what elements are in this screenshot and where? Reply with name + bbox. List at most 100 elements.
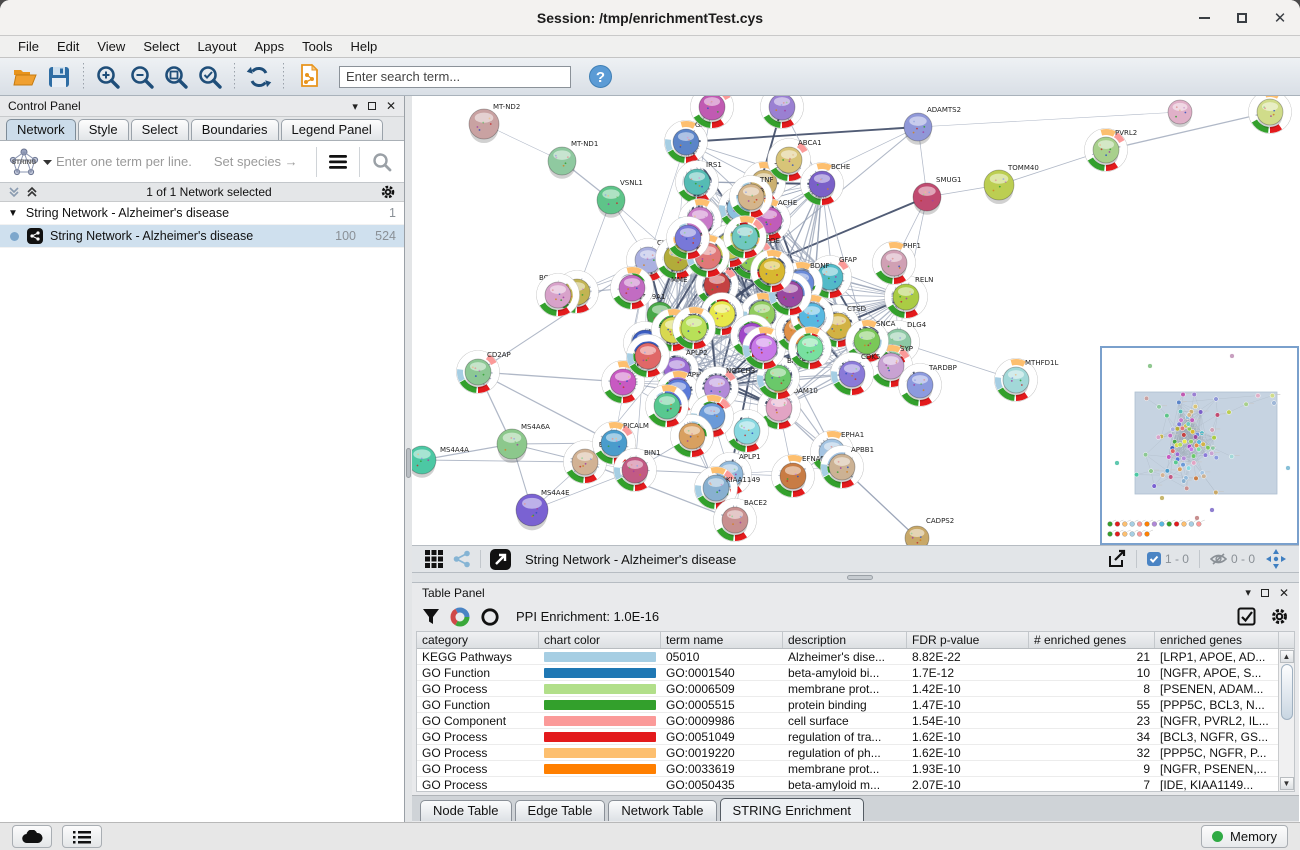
search-input[interactable] <box>339 66 571 88</box>
network-node-ms4a4a[interactable]: MS4A4A <box>412 446 469 478</box>
table-row[interactable]: GO FunctionGO:0005515protein binding1.47… <box>417 697 1294 713</box>
open-in-window-icon[interactable] <box>487 547 513 571</box>
panel-splitter[interactable] <box>405 96 412 822</box>
network-tree-row[interactable]: String Network - Alzheimer's disease1005… <box>0 225 404 248</box>
zoom-out-icon[interactable] <box>127 62 157 92</box>
network-node[interactable] <box>1249 96 1292 134</box>
birdseye-toggle-icon[interactable] <box>1263 547 1289 571</box>
column-header-term-name[interactable]: term name <box>661 632 783 648</box>
task-list-button[interactable] <box>62 825 102 848</box>
network-node-pvrl2[interactable]: PVRL2 <box>1085 129 1138 172</box>
table-row[interactable]: GO ComponentGO:0009986cell surface1.54E-… <box>417 713 1294 729</box>
network-node-cadps2[interactable]: CADPS2 <box>905 517 954 545</box>
menu-edit[interactable]: Edit <box>49 38 87 55</box>
scroll-down-icon[interactable]: ▼ <box>1280 777 1294 790</box>
menu-layout[interactable]: Layout <box>189 38 244 55</box>
expand-all-icon[interactable] <box>26 186 38 198</box>
network-options-gear-icon[interactable] <box>380 184 396 200</box>
network-node-smug1[interactable]: SMUG1 <box>913 176 961 215</box>
export-network-icon[interactable] <box>1104 547 1130 571</box>
network-node[interactable] <box>761 96 804 129</box>
string-search-input[interactable]: Enter one term per line. Set species → <box>52 154 310 169</box>
column-header--enriched-genes[interactable]: # enriched genes <box>1029 632 1155 648</box>
column-header-fdr-p-value[interactable]: FDR p-value <box>907 632 1029 648</box>
table-settings-gear-icon[interactable] <box>1270 607 1289 626</box>
string-logo-icon[interactable]: STRING <box>6 145 52 179</box>
save-icon[interactable] <box>44 62 74 92</box>
table-row[interactable]: GO ProcessGO:0051049regulation of tra...… <box>417 729 1294 745</box>
tab-string-enrichment[interactable]: STRING Enrichment <box>720 798 864 821</box>
network-node-cdk5[interactable]: CDK5 <box>831 353 881 396</box>
tab-node-table[interactable]: Node Table <box>420 800 512 821</box>
network-node-mthfd1l[interactable]: MTHFD1L <box>995 359 1059 402</box>
network-node[interactable] <box>789 327 832 370</box>
menu-select[interactable]: Select <box>135 38 187 55</box>
memory-button[interactable]: Memory <box>1201 825 1288 848</box>
network-node-bace2[interactable]: BACE2 <box>714 499 768 542</box>
network-node-irs1[interactable]: IRS1 <box>676 161 722 204</box>
expand-triangle-icon[interactable]: ▼ <box>8 208 18 219</box>
network-node-vsnl1[interactable]: VSNL1 <box>597 179 643 218</box>
table-row[interactable]: GO ProcessGO:0033619membrane prot...1.93… <box>417 761 1294 777</box>
float-panel-icon[interactable] <box>1261 589 1269 597</box>
network-node-mt-nd2[interactable]: MT-ND2 <box>469 103 520 143</box>
tab-legend-panel[interactable]: Legend Panel <box>281 119 383 140</box>
column-header-description[interactable]: description <box>783 632 907 648</box>
panel-menu-icon[interactable]: ▾ <box>1245 586 1251 599</box>
network-node[interactable] <box>611 267 654 310</box>
menu-tools[interactable]: Tools <box>294 38 340 55</box>
table-row[interactable]: GO ProcessGO:0019220regulation of ph...1… <box>417 745 1294 761</box>
network-canvas[interactable]: MT-ND2MT-ND1VSNL1GAB2ADAMTS2PVRL2TOMM40S… <box>412 96 1299 545</box>
maximize-button[interactable] <box>1234 10 1250 26</box>
network-node-adamts2[interactable]: ADAMTS2 <box>904 106 961 145</box>
tab-network[interactable]: Network <box>6 119 76 140</box>
zoom-selected-icon[interactable] <box>195 62 225 92</box>
enrichment-chart-icon[interactable] <box>450 607 470 627</box>
grid-mode-icon[interactable] <box>422 547 446 571</box>
panel-menu-icon[interactable]: ▾ <box>352 100 358 113</box>
network-node[interactable] <box>673 307 716 350</box>
network-tree-row[interactable]: ▼String Network - Alzheimer's disease1 <box>0 202 404 225</box>
network-node[interactable] <box>1168 100 1192 127</box>
ring-chart-icon[interactable] <box>480 607 500 627</box>
table-row[interactable]: GO ProcessGO:0006509membrane prot...1.42… <box>417 681 1294 697</box>
network-node[interactable] <box>646 385 689 428</box>
network-node[interactable] <box>537 274 580 317</box>
close-panel-icon[interactable]: ✕ <box>1279 586 1289 600</box>
select-all-checkbox-icon[interactable] <box>1237 607 1256 626</box>
column-header-enriched-genes[interactable]: enriched genes <box>1155 632 1279 648</box>
table-scrollbar[interactable]: ▲ ▼ <box>1278 649 1294 791</box>
tab-edge-table[interactable]: Edge Table <box>515 800 606 821</box>
column-header-chart-color[interactable]: chart color <box>539 632 661 648</box>
birdseye-panel[interactable] <box>1100 346 1299 545</box>
network-node-ms4a4e[interactable]: MS4A4E <box>516 489 570 530</box>
network-node-tardbp[interactable]: TARDBP <box>899 364 957 407</box>
scroll-thumb[interactable] <box>1281 664 1293 720</box>
table-row[interactable]: GO FunctionGO:0001540beta-amyloid bi...1… <box>417 665 1294 681</box>
float-panel-icon[interactable] <box>368 102 376 110</box>
splitter-handle[interactable] <box>406 448 411 478</box>
menu-file[interactable]: File <box>10 38 47 55</box>
network-node-bin1[interactable]: BIN1 <box>614 449 661 492</box>
table-row[interactable]: KEGG Pathways05010Alzheimer's dise...8.8… <box>417 649 1294 665</box>
network-node[interactable] <box>627 335 670 378</box>
network-node-mt-nd1[interactable]: MT-ND1 <box>548 140 598 179</box>
table-splitter[interactable] <box>412 573 1299 583</box>
zoom-fit-icon[interactable] <box>161 62 191 92</box>
network-share-icon[interactable] <box>450 547 474 571</box>
scroll-up-icon[interactable]: ▲ <box>1280 650 1294 663</box>
menu-apps[interactable]: Apps <box>247 38 293 55</box>
menu-help[interactable]: Help <box>343 38 386 55</box>
column-header-category[interactable]: category <box>417 632 539 648</box>
cloud-button[interactable] <box>12 825 52 848</box>
splitter-handle-h[interactable] <box>847 575 873 580</box>
set-species-hint[interactable]: Set species → <box>214 154 298 169</box>
close-panel-icon[interactable]: ✕ <box>386 99 396 113</box>
refresh-icon[interactable] <box>244 62 274 92</box>
table-row[interactable]: GO ProcessGO:0050435beta-amyloid m...2.0… <box>417 777 1294 791</box>
tab-boundaries[interactable]: Boundaries <box>191 119 279 140</box>
minimize-button[interactable] <box>1196 10 1212 26</box>
network-node[interactable] <box>667 217 710 260</box>
close-button[interactable]: ✕ <box>1272 10 1288 26</box>
string-menu-icon[interactable] <box>325 147 351 177</box>
